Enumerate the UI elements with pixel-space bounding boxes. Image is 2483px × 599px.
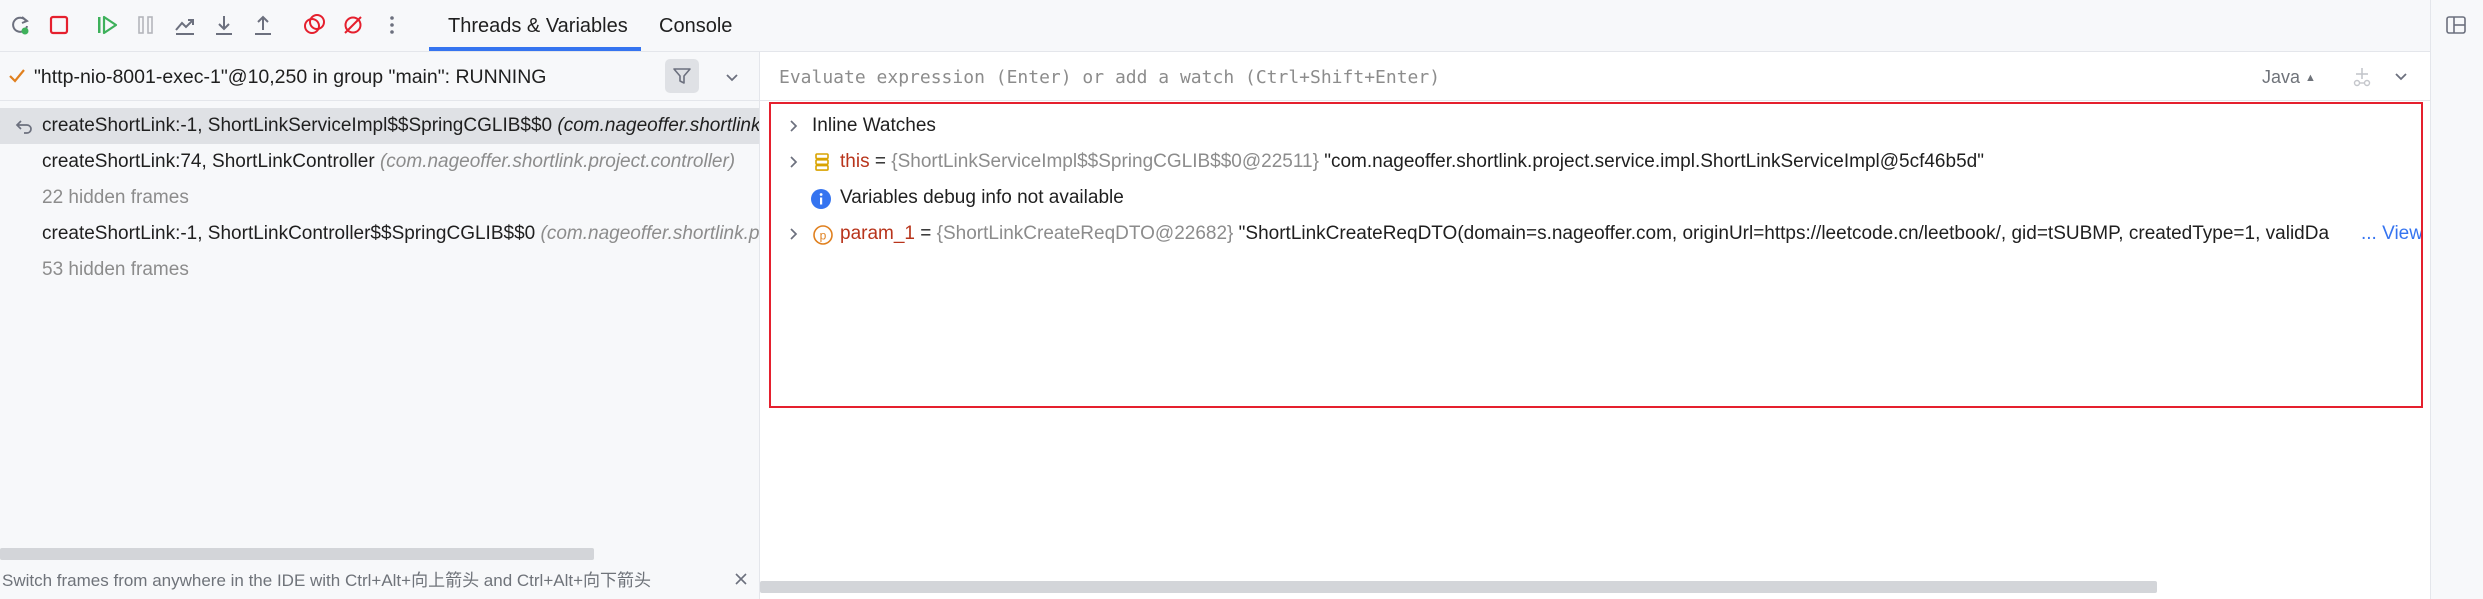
frame-method: createShortLink:-1, ShortLinkController$…: [42, 223, 541, 244]
tab-label: Threads & Variables: [448, 15, 628, 37]
frame-name: createShortLink:74, ShortLinkController …: [42, 144, 735, 180]
debug-toolbar: Threads & Variables Console: [0, 0, 2483, 52]
tab-threads-variables[interactable]: Threads & Variables: [448, 10, 628, 44]
tab-label: Console: [659, 15, 733, 37]
language-label: Java: [2262, 67, 2301, 87]
chevron-down-icon[interactable]: [723, 68, 741, 86]
filter-icon[interactable]: [665, 59, 699, 93]
frame-package: (com.nageoffer.shortlink.project.control…: [540, 223, 760, 244]
step-into-icon[interactable]: [211, 12, 237, 38]
resume-icon[interactable]: [94, 12, 120, 38]
frame-name: createShortLink:-1, ShortLinkServiceImpl…: [42, 108, 759, 144]
return-icon: [14, 116, 34, 136]
thread-selector[interactable]: "http-nio-8001-exec-1"@10,250 in group "…: [0, 54, 759, 100]
evaluate-bar: Java ▲: [760, 52, 2430, 100]
hidden-frames-label: 53 hidden frames: [42, 259, 189, 280]
frame-name: createShortLink:-1, ShortLinkController$…: [42, 216, 759, 252]
hidden-frames-row[interactable]: 22 hidden frames: [0, 180, 759, 216]
layout-icon[interactable]: [2445, 14, 2467, 36]
stack-frame[interactable]: createShortLink:74, ShortLinkController …: [0, 144, 759, 180]
frame-method: createShortLink:-1, ShortLinkServiceImpl…: [42, 115, 558, 136]
thread-label: "http-nio-8001-exec-1"@10,250 in group "…: [34, 66, 547, 88]
tab-console[interactable]: Console: [659, 10, 732, 44]
stack-frame[interactable]: createShortLink:-1, ShortLinkServiceImpl…: [0, 108, 759, 144]
hidden-frames-label: 22 hidden frames: [42, 187, 189, 208]
caret-icon: ▲: [2305, 72, 2316, 84]
highlight-box: [769, 102, 2423, 408]
divider: [760, 100, 2430, 101]
add-watch-icon[interactable]: [2351, 66, 2373, 88]
stack-frame[interactable]: createShortLink:-1, ShortLinkController$…: [0, 216, 759, 252]
close-icon[interactable]: [730, 568, 752, 590]
step-out-icon[interactable]: [250, 12, 276, 38]
view-breakpoints-icon[interactable]: [301, 12, 327, 38]
hint-text: Switch frames from anywhere in the IDE w…: [2, 571, 652, 590]
evaluate-expression-input[interactable]: [777, 62, 2131, 92]
frame-package: (com.nageoffer.shortlink.project.control…: [379, 151, 736, 172]
side-toolstrip: [2430, 0, 2483, 599]
hidden-frames-row[interactable]: 53 hidden frames: [0, 252, 759, 288]
check-icon: [7, 66, 27, 86]
mute-breakpoints-icon[interactable]: [340, 12, 366, 38]
horizontal-scrollbar[interactable]: [760, 581, 2157, 593]
pause-icon[interactable]: [133, 12, 159, 38]
frame-package: (com.nageoffer.shortlink.project.service…: [557, 115, 759, 136]
more-icon[interactable]: [379, 12, 405, 38]
horizontal-scrollbar[interactable]: [0, 548, 594, 560]
frame-method: createShortLink:74, ShortLinkController: [42, 151, 380, 172]
step-over-icon[interactable]: [172, 12, 198, 38]
language-select[interactable]: Java ▲: [2262, 64, 2316, 93]
divider: [0, 100, 759, 101]
chevron-down-icon[interactable]: [2392, 67, 2410, 85]
stop-icon[interactable]: [46, 12, 72, 38]
rerun-icon[interactable]: [7, 12, 33, 38]
